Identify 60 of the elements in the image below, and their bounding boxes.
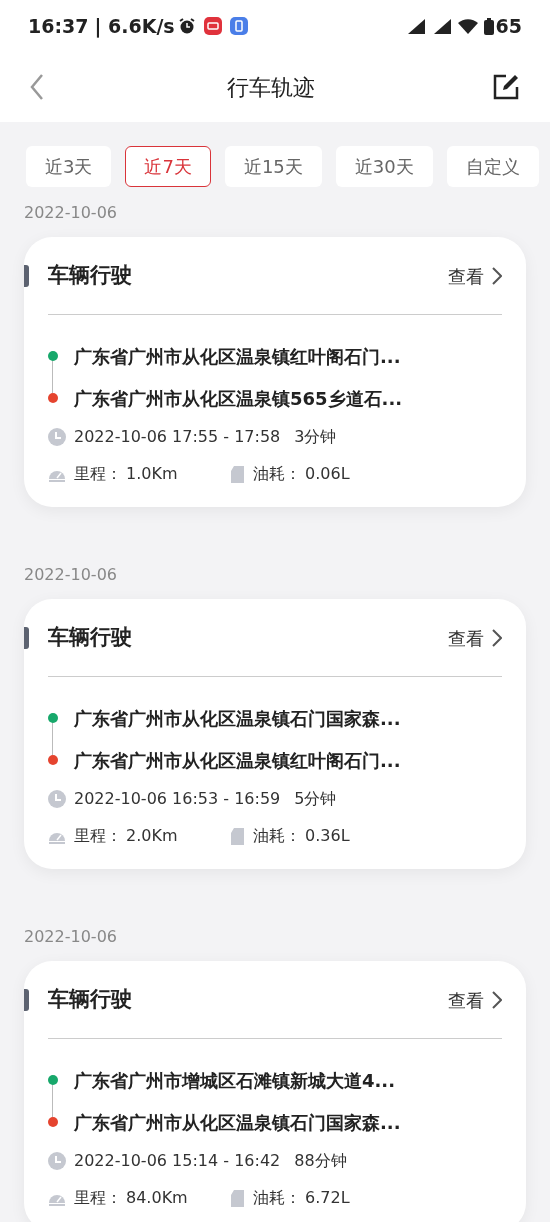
end-address: 广东省广州市从化区温泉镇565乡道石... bbox=[74, 386, 403, 411]
section-marker bbox=[24, 627, 29, 649]
start-address: 广东省广州市增城区石滩镇新城大道4... bbox=[74, 1068, 396, 1093]
wifi-icon bbox=[457, 18, 478, 34]
fuel-label: 油耗： bbox=[253, 825, 301, 847]
network-speed: | 6.6K/s bbox=[94, 13, 175, 40]
distance-value: 2.0Km bbox=[126, 825, 179, 847]
start-address: 广东省广州市从化区温泉镇石门国家森... bbox=[74, 706, 401, 731]
fuel-label: 油耗： bbox=[253, 463, 301, 485]
date-range-tab[interactable]: 近30天 bbox=[335, 146, 433, 187]
chevron-right-icon bbox=[492, 629, 502, 647]
trip-date: 2022-10-06 bbox=[24, 565, 117, 584]
trip-title: 车辆行驶 bbox=[48, 624, 132, 652]
fuel-label: 油耗： bbox=[253, 1187, 301, 1209]
end-address: 广东省广州市从化区温泉镇石门国家森... bbox=[74, 1110, 401, 1135]
alarm-icon bbox=[177, 17, 196, 35]
trip-date: 2022-10-06 bbox=[24, 927, 117, 946]
view-link[interactable]: 查看 bbox=[448, 624, 502, 652]
battery-icon bbox=[483, 17, 494, 35]
end-address: 广东省广州市从化区温泉镇红叶阁石门... bbox=[74, 748, 401, 773]
trip-duration: 3分钟 bbox=[294, 426, 337, 448]
status-time: 16:37 bbox=[28, 13, 89, 39]
trip-time-range: 2022-10-06 16:53 - 16:59 bbox=[74, 788, 281, 810]
trip-date: 2022-10-06 bbox=[24, 203, 117, 222]
clock-icon bbox=[48, 428, 66, 446]
trip-title: 车辆行驶 bbox=[48, 986, 132, 1014]
page-title: 行车轨迹 bbox=[227, 73, 315, 102]
trip-title: 车辆行驶 bbox=[48, 262, 132, 290]
trip-time-range: 2022-10-06 17:55 - 17:58 bbox=[74, 426, 281, 448]
fuel-can-icon bbox=[230, 1189, 245, 1207]
battery-level: 65 bbox=[495, 13, 522, 39]
fuel-value: 0.36L bbox=[305, 825, 350, 847]
fuel-can-icon bbox=[230, 465, 245, 483]
view-link[interactable]: 查看 bbox=[448, 262, 502, 290]
trip-duration: 5分钟 bbox=[294, 788, 337, 810]
fuel-value: 0.06L bbox=[305, 463, 350, 485]
date-range-tab[interactable]: 近3天 bbox=[26, 146, 112, 187]
section-marker bbox=[24, 989, 29, 1011]
start-address: 广东省广州市从化区温泉镇红叶阁石门... bbox=[74, 344, 401, 369]
date-range-tab[interactable]: 近7天 bbox=[125, 146, 211, 187]
clock-icon bbox=[48, 1152, 66, 1170]
clock-icon bbox=[48, 790, 66, 808]
trip-duration: 88分钟 bbox=[294, 1150, 347, 1172]
date-range-tab[interactable]: 近15天 bbox=[224, 146, 322, 187]
trip-time-range: 2022-10-06 15:14 - 16:42 bbox=[74, 1150, 281, 1172]
app-notification-icon bbox=[203, 17, 222, 35]
view-link[interactable]: 查看 bbox=[448, 986, 502, 1014]
date-range-tab[interactable]: 自定义 bbox=[446, 146, 539, 187]
fuel-can-icon bbox=[230, 827, 245, 845]
distance-label: 里程： bbox=[74, 463, 122, 485]
section-marker bbox=[24, 265, 29, 287]
distance-label: 里程： bbox=[74, 1187, 122, 1209]
chevron-right-icon bbox=[492, 991, 502, 1009]
distance-value: 84.0Km bbox=[126, 1187, 189, 1209]
app-notification-icon bbox=[229, 17, 248, 35]
chevron-right-icon bbox=[492, 267, 502, 285]
distance-value: 1.0Km bbox=[126, 463, 179, 485]
fuel-value: 6.72L bbox=[305, 1187, 350, 1209]
edit-icon[interactable] bbox=[492, 73, 520, 101]
distance-label: 里程： bbox=[74, 825, 122, 847]
